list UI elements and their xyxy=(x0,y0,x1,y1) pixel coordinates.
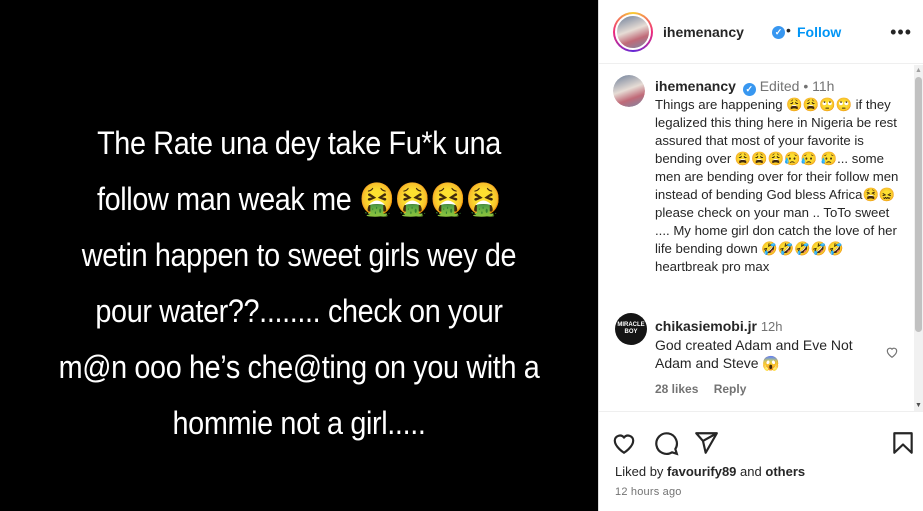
scroll-up-arrow-icon[interactable]: ▲ xyxy=(915,67,922,74)
comment-avatar[interactable]: MIRACLE BOY xyxy=(615,313,647,345)
comments-scroll-area[interactable]: ihemenancy ✓ Edited • 11h Things are hap… xyxy=(599,65,915,411)
post-media[interactable]: The Rate una dey take Fu*k una follow ma… xyxy=(0,0,598,511)
comment-time[interactable]: 12h xyxy=(761,319,783,334)
caption-text: Things are happening 😩😩🙄🙄 if they legali… xyxy=(655,97,899,274)
share-icon[interactable] xyxy=(693,430,719,456)
liked-by-others-link[interactable]: others xyxy=(765,464,805,479)
comment-header: chikasiemobi.jr 12h xyxy=(655,317,875,336)
verified-badge-icon: ✓ xyxy=(742,83,756,96)
caption-header: ihemenancy ✓ Edited • 11h xyxy=(655,77,905,96)
caption: ihemenancy ✓ Edited • 11h Things are hap… xyxy=(655,77,905,276)
comment-username[interactable]: chikasiemobi.jr xyxy=(655,318,757,334)
header-username[interactable]: ihemenancy xyxy=(663,24,744,40)
reply-button[interactable]: Reply xyxy=(714,382,747,396)
comment-like-heart-icon[interactable] xyxy=(885,345,899,359)
caption-username[interactable]: ihemenancy xyxy=(655,78,736,94)
comment-icon[interactable] xyxy=(653,430,679,456)
liked-by-and: and xyxy=(740,464,762,479)
comment-item: chikasiemobi.jr 12h God created Adam and… xyxy=(655,317,875,396)
comment-likes-count[interactable]: 28 likes xyxy=(655,382,698,396)
heart-icon[interactable] xyxy=(611,430,637,456)
caption-edited-label: Edited xyxy=(759,78,800,94)
comment-avatar-logo-text: MIRACLE BOY xyxy=(617,322,645,335)
scrollbar-thumb[interactable] xyxy=(915,77,922,332)
follow-button[interactable]: Follow xyxy=(797,24,841,40)
post-story-text: The Rate una dey take Fu*k una follow ma… xyxy=(58,124,540,441)
verified-badge-icon: ✓ xyxy=(772,26,785,39)
comment-meta: 28 likes Reply xyxy=(655,382,875,396)
scroll-down-arrow-icon[interactable]: ▼ xyxy=(915,402,922,409)
post-timestamp[interactable]: 12 hours ago xyxy=(615,486,682,498)
caption-time[interactable]: 11h xyxy=(812,78,834,94)
post-details-panel: ihemenancy ✓ • Follow ••• ihemenancy ✓ E… xyxy=(598,0,923,511)
more-options-icon[interactable]: ••• xyxy=(890,22,912,43)
liked-by-text: Liked by favourify89 and others xyxy=(615,464,805,479)
comment-text: God created Adam and Eve Not Adam and St… xyxy=(655,337,853,371)
caption-separator: • xyxy=(803,78,809,94)
liked-by-user-link[interactable]: favourify89 xyxy=(667,464,736,479)
post-actions: Liked by favourify89 and others 12 hours… xyxy=(599,411,923,511)
header-separator: • xyxy=(786,22,791,38)
header-avatar[interactable] xyxy=(613,12,653,52)
post-header: ihemenancy ✓ • Follow ••• xyxy=(599,0,923,64)
caption-avatar[interactable] xyxy=(613,75,645,107)
save-icon[interactable] xyxy=(890,430,916,456)
liked-by-prefix: Liked by xyxy=(615,464,664,479)
comments-scrollbar[interactable]: ▲ ▼ xyxy=(914,65,923,411)
